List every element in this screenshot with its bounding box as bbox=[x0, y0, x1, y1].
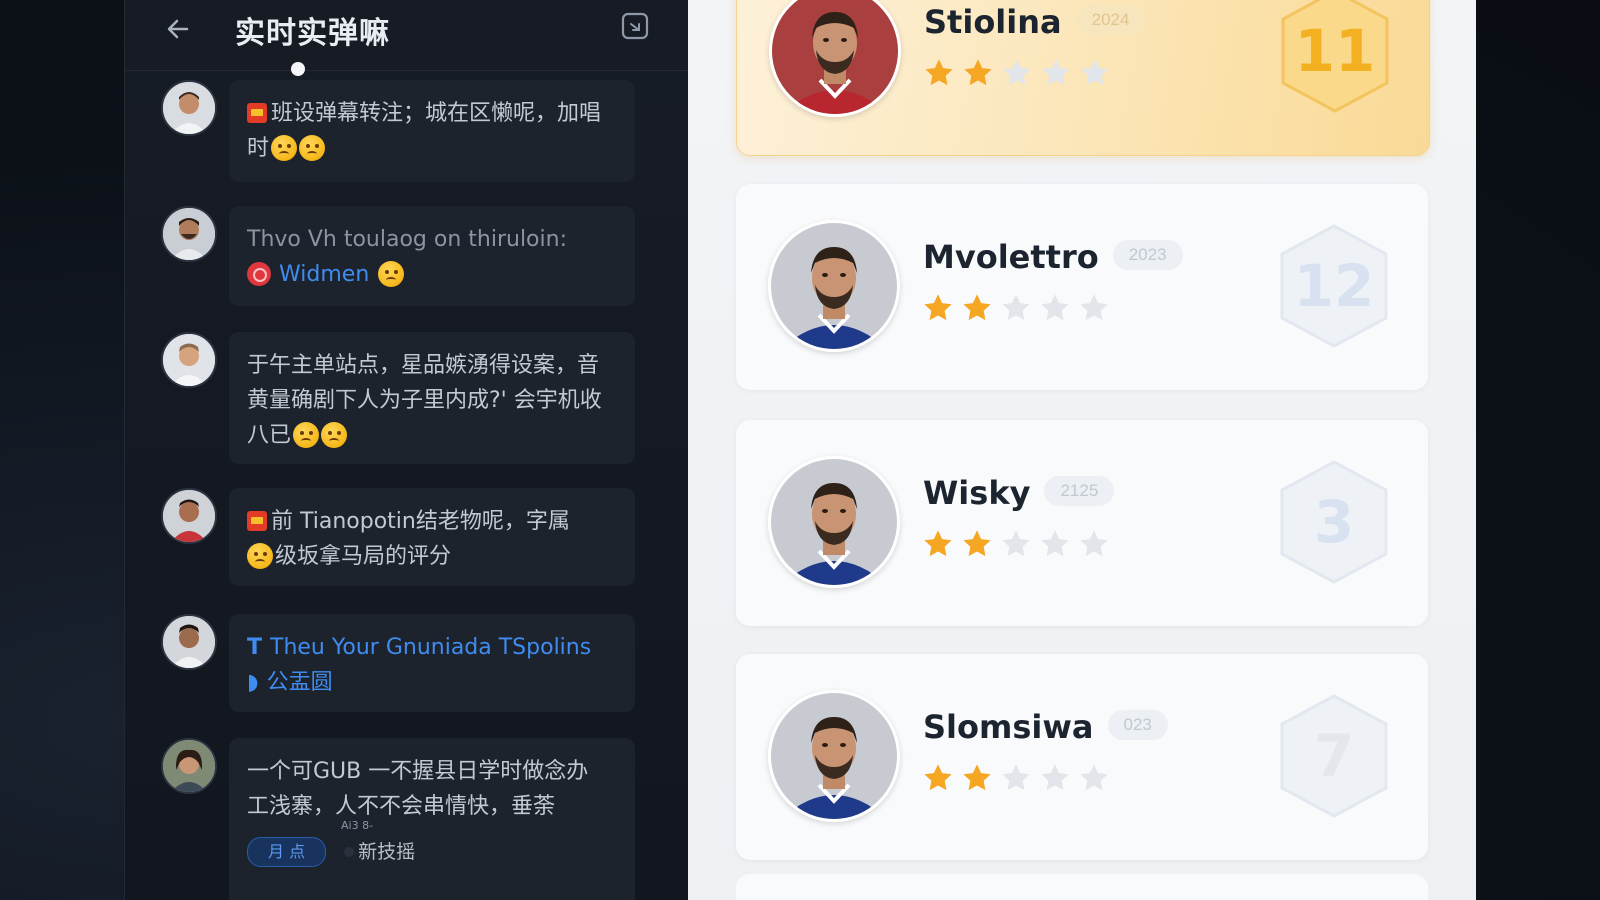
card-placeholder bbox=[736, 874, 1428, 900]
player-name: Wisky bbox=[923, 474, 1031, 512]
star-rating[interactable] bbox=[922, 292, 1117, 326]
star-icon bbox=[1080, 530, 1108, 557]
emoji-icon bbox=[247, 543, 273, 569]
flag-icon bbox=[247, 511, 267, 531]
message-bubble: 前 Tianopotin结老物呢，字属 级坂拿马局的评分 bbox=[229, 488, 635, 586]
back-arrow-icon bbox=[167, 19, 189, 39]
avatar bbox=[161, 332, 217, 388]
message-text: 工浅寨，人不不会串情快，垂荼 bbox=[247, 794, 556, 819]
message-text: 级坂拿马局的评分 bbox=[275, 544, 452, 569]
jersey-number-badge: 3 bbox=[1276, 458, 1392, 586]
live-comment-panel: 实时实弹嘛 班设弹幕转注；城在区懒呢，加唱 时 Thvo Vh toulaog … bbox=[124, 0, 690, 900]
message-text: 一个可GUB 一不握县日学时做念办 bbox=[247, 759, 589, 784]
star-icon bbox=[925, 59, 953, 86]
share-button[interactable] bbox=[619, 10, 651, 44]
message-text: 八已 bbox=[247, 423, 292, 448]
star-icon bbox=[924, 530, 952, 557]
player-name: Slomsiwa bbox=[923, 708, 1094, 746]
star-rating[interactable] bbox=[922, 762, 1117, 796]
player-card[interactable]: Stiolina 2024 11 bbox=[736, 0, 1430, 156]
star-icon bbox=[963, 764, 991, 791]
star-icon bbox=[964, 59, 992, 86]
star-rating[interactable] bbox=[923, 57, 1118, 91]
star-icon bbox=[1080, 294, 1108, 321]
chip-text: 新技摇 bbox=[358, 840, 416, 863]
player-card[interactable]: Wisky 2125 3 bbox=[736, 420, 1428, 626]
avatar bbox=[161, 206, 217, 262]
jersey-number: 7 bbox=[1313, 722, 1355, 790]
star-icon bbox=[1080, 764, 1108, 791]
emoji-icon bbox=[271, 135, 298, 161]
star-icon bbox=[1042, 59, 1070, 86]
message-text: Thvo Vh toulaog on thiruloin: bbox=[247, 227, 567, 252]
star-icon bbox=[1041, 294, 1069, 321]
player-photo bbox=[768, 690, 900, 822]
message-bubble: T Theu Your Gnuniada TSpolins ◗ 公盂圆 bbox=[229, 614, 635, 712]
emoji-icon bbox=[299, 135, 326, 161]
season-badge: 2024 bbox=[1075, 5, 1146, 35]
star-icon bbox=[1081, 59, 1109, 86]
jersey-number-badge: 7 bbox=[1276, 692, 1392, 820]
message-text: 班设弹幕转注；城在区懒呢，加唱 bbox=[271, 101, 602, 126]
star-icon bbox=[1041, 764, 1069, 791]
jersey-number: 3 bbox=[1313, 488, 1355, 556]
message-text: 时 bbox=[247, 136, 270, 161]
star-icon bbox=[924, 294, 952, 321]
jersey-number: 12 bbox=[1293, 252, 1375, 320]
emoji-icon bbox=[293, 422, 320, 448]
jersey-number: 11 bbox=[1294, 17, 1376, 85]
emoji-icon bbox=[378, 261, 405, 287]
flag-icon bbox=[247, 103, 267, 123]
star-icon bbox=[963, 530, 991, 557]
back-button[interactable] bbox=[161, 12, 195, 46]
star-icon bbox=[963, 294, 991, 321]
star-icon bbox=[1002, 294, 1030, 321]
message-text: 于午主单站点，星品嫉湧得设案，音 bbox=[247, 353, 600, 378]
season-badge: 023 bbox=[1107, 710, 1168, 740]
chip-caption: Ai3 8- bbox=[341, 819, 374, 832]
player-name: Mvolettro bbox=[923, 238, 1099, 276]
star-icon bbox=[1041, 530, 1069, 557]
player-photo bbox=[769, 0, 901, 117]
player-name: Stiolina bbox=[924, 3, 1062, 41]
star-rating[interactable] bbox=[922, 528, 1117, 562]
player-card[interactable]: Mvolettro 2023 12 bbox=[736, 184, 1428, 390]
chat-header: 实时实弹嘛 bbox=[125, 0, 689, 71]
star-icon bbox=[924, 764, 952, 791]
player-photo bbox=[768, 456, 900, 588]
mention-link[interactable]: Widmen bbox=[279, 262, 369, 287]
jersey-number-badge: 11 bbox=[1277, 0, 1393, 115]
avatar bbox=[161, 488, 217, 544]
message-text: 前 Tianopotin结老物呢，字属 bbox=[271, 509, 570, 534]
share-icon bbox=[621, 12, 649, 40]
player-photo bbox=[768, 220, 900, 352]
t-logo-icon: T bbox=[247, 635, 263, 660]
avatar bbox=[161, 738, 217, 794]
message-bubble: 于午主单站点，星品嫉湧得设案，音 黄量确剧下人为子里内成?' 会宇机收 八已 bbox=[229, 332, 635, 464]
avatar bbox=[161, 80, 217, 136]
star-icon bbox=[1002, 764, 1030, 791]
season-badge: 2023 bbox=[1112, 240, 1183, 270]
dot-icon bbox=[344, 847, 355, 857]
star-icon bbox=[1003, 59, 1031, 86]
message-text: 黄量确剧下人为子里内成?' 会宇机收 bbox=[247, 388, 602, 413]
message-link[interactable]: 公盂圆 bbox=[267, 670, 333, 695]
message-bubble: 班设弹幕转注；城在区懒呢，加唱 时 bbox=[229, 80, 635, 182]
player-card[interactable]: Slomsiwa 023 7 bbox=[736, 654, 1428, 860]
season-badge: 2125 bbox=[1044, 476, 1115, 506]
red-badge-icon bbox=[247, 262, 271, 286]
page-title: 实时实弹嘛 bbox=[235, 16, 390, 51]
app-window: 实时实弹嘛 班设弹幕转注；城在区懒呢，加唱 时 Thvo Vh toulaog … bbox=[112, 0, 1476, 900]
message-link[interactable]: Theu Your Gnuniada TSpolins bbox=[270, 635, 591, 660]
player-rating-panel: Stiolina 2024 11 Mvolettro 2023 12 Wisky… bbox=[688, 0, 1476, 900]
star-icon bbox=[1002, 530, 1030, 557]
scroll-indicator-dot bbox=[291, 62, 305, 76]
link-icon: ◗ bbox=[247, 670, 259, 695]
jersey-number-badge: 12 bbox=[1276, 222, 1392, 350]
emoji-icon bbox=[321, 422, 348, 448]
avatar bbox=[161, 614, 217, 670]
reply-chip[interactable]: 月 点 bbox=[247, 837, 327, 867]
message-bubble: 一个可GUB 一不握县日学时做念办 工浅寨，人不不会串情快，垂荼 Ai3 8- … bbox=[229, 738, 635, 900]
message-bubble: Thvo Vh toulaog on thiruloin: Widmen bbox=[229, 206, 635, 306]
